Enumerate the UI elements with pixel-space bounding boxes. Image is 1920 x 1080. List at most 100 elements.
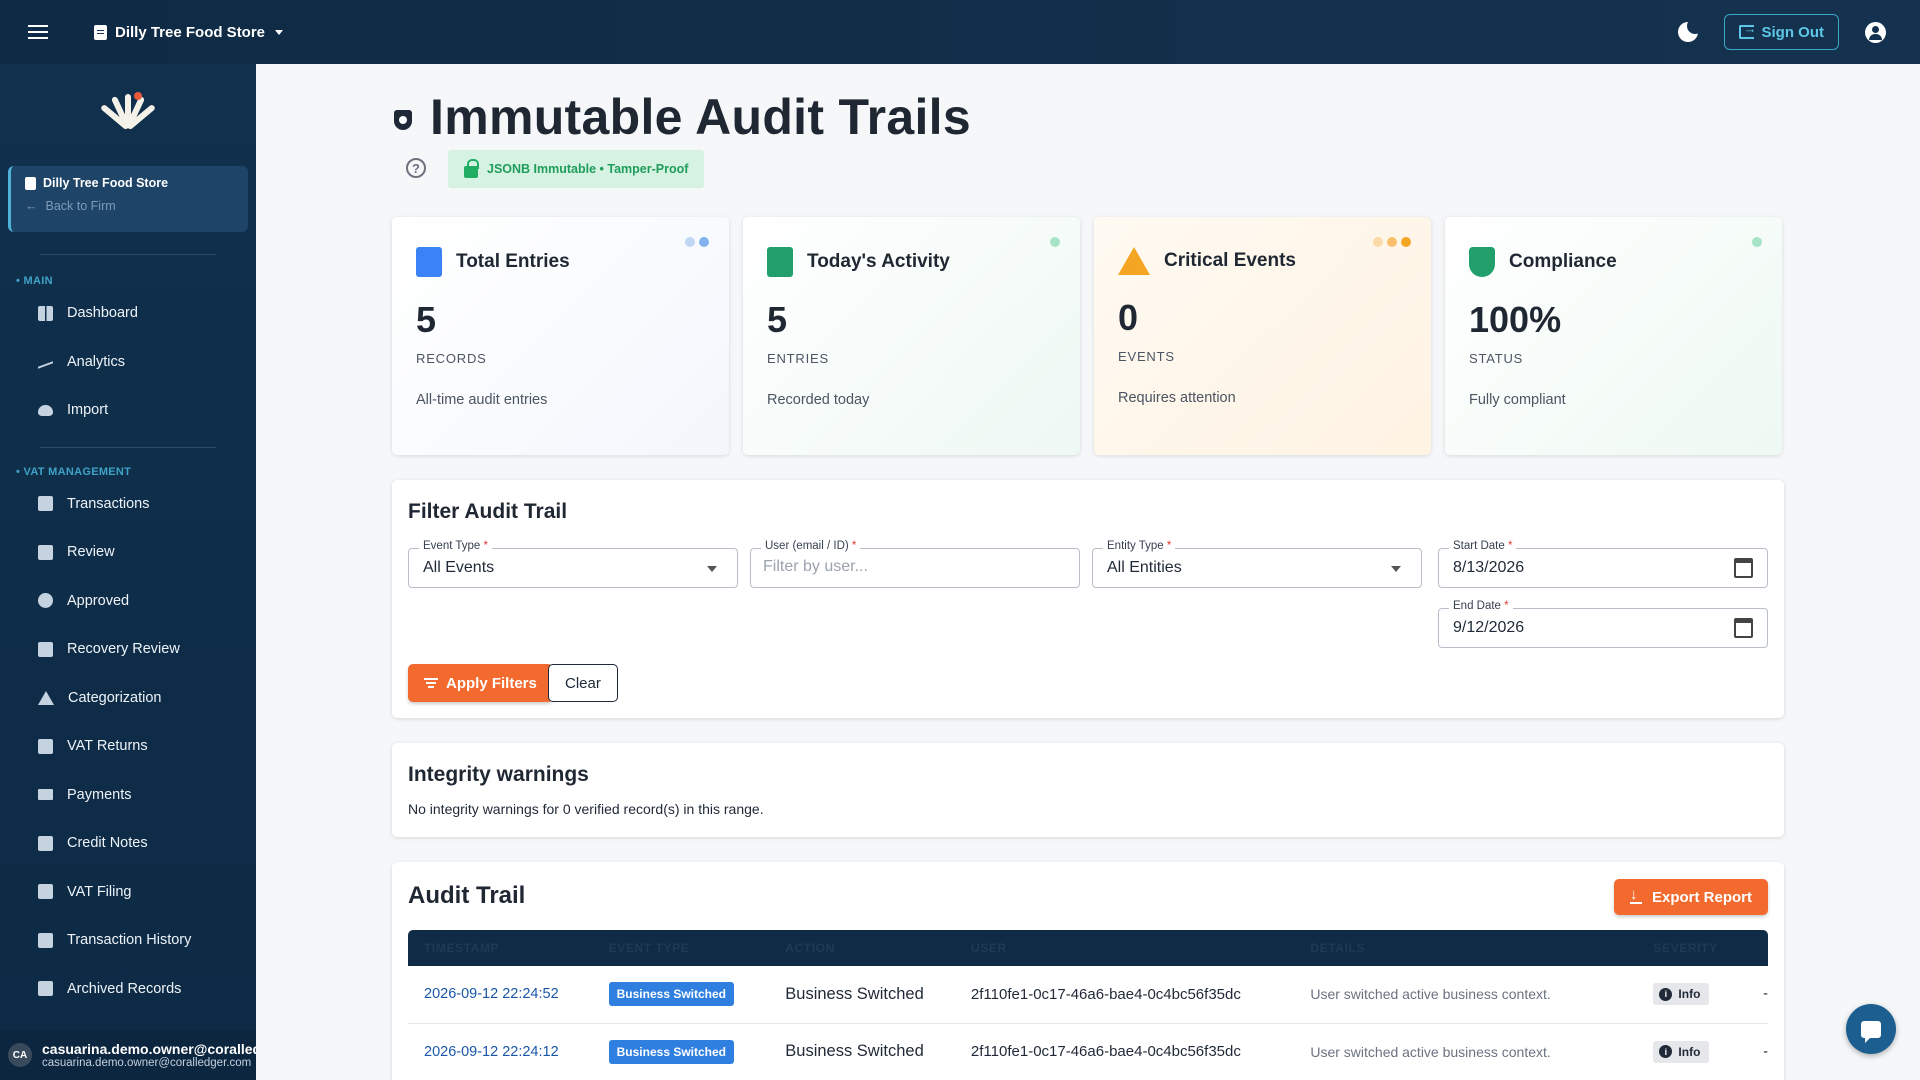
chat-button[interactable] [1846, 1004, 1896, 1054]
sidebar-item-import[interactable]: Import [0, 386, 256, 435]
help-icon[interactable]: ? [406, 158, 426, 178]
review-icon [38, 544, 53, 560]
row-timestamp: 2026-09-12 22:24:52 [408, 966, 593, 1024]
row-action: Business Switched [769, 1023, 955, 1080]
table-row[interactable]: 2026-09-12 22:24:52 Business Switched Bu… [408, 966, 1768, 1024]
sidebar-divider [40, 446, 216, 448]
stat-title: Today's Activity [807, 251, 950, 272]
sidebar-item-approved[interactable]: Approved [0, 577, 256, 626]
analytics-icon [38, 354, 53, 369]
field-label: Start Date [1453, 540, 1505, 552]
sidebar-item-vat-returns[interactable]: VAT Returns [0, 722, 256, 771]
event-type-select[interactable]: Event Type * All Events [408, 540, 738, 588]
sidebar-item-label: Recovery Review [67, 641, 180, 658]
sidebar-item-analytics[interactable]: Analytics [0, 338, 256, 387]
end-date-value: 9/12/2026 [1453, 619, 1525, 636]
severity-label: Info [1678, 1044, 1701, 1059]
document-icon [416, 247, 442, 277]
archive-icon [38, 981, 53, 997]
sidebar-item-payments[interactable]: Payments [0, 771, 256, 820]
hamburger-menu-icon[interactable] [22, 14, 58, 50]
column-header-details[interactable]: DETAILS [1294, 930, 1637, 966]
severity-badge: i Info [1653, 983, 1710, 1006]
start-date-value: 8/13/2026 [1453, 559, 1525, 576]
stat-title: Critical Events [1164, 250, 1296, 271]
store-selector-label: Dilly Tree Food Store [115, 23, 266, 41]
stat-unit: RECORDS [416, 351, 487, 366]
calendar-icon [767, 247, 793, 277]
sidebar-item-label: Payments [67, 786, 132, 803]
user-filter-field[interactable]: User (email / ID) * [750, 540, 1080, 588]
app-logo [98, 84, 158, 136]
sidebar-item-label: Transaction History [67, 932, 192, 949]
sidebar-user-profile[interactable]: CA casuarina.demo.owner@coralledger.com … [0, 1030, 256, 1080]
file-icon [38, 884, 53, 900]
back-to-firm-link[interactable]: ← Back to Firm [25, 199, 234, 213]
sidebar-item-label: Approved [67, 592, 130, 609]
sidebar-item-vat-filing[interactable]: VAT Filing [0, 868, 256, 917]
severity-badge: i Info [1653, 1040, 1710, 1063]
clipboard-icon [38, 738, 53, 754]
caret-down-icon [275, 29, 284, 35]
row-extra: - [1747, 1023, 1768, 1080]
cloud-upload-icon [38, 404, 53, 416]
column-header-user[interactable]: USER [955, 930, 1294, 966]
sidebar-item-archived-records[interactable]: Archived Records [0, 965, 256, 1014]
user-email: casuarina.demo.owner@coralledger.com [42, 1057, 252, 1069]
page-title: Immutable Audit Trails [430, 89, 971, 145]
sidebar-item-credit-notes[interactable]: Credit Notes [0, 819, 256, 868]
field-label: End Date [1453, 600, 1501, 612]
event-type-badge: Business Switched [608, 1039, 735, 1064]
warning-icon [1118, 247, 1150, 275]
calendar-icon[interactable] [1734, 618, 1753, 638]
event-type-value: All Events [423, 559, 495, 576]
sidebar-item-label: VAT Returns [67, 738, 148, 755]
sidebar-item-label: Analytics [67, 353, 126, 370]
sidebar-item-categorization[interactable]: Categorization [0, 674, 256, 723]
sidebar-item-label: Categorization [68, 689, 162, 706]
integrity-warnings-title: Integrity warnings [408, 763, 589, 786]
column-header-extra [1747, 930, 1768, 966]
dark-mode-moon-icon[interactable] [1677, 18, 1703, 42]
entity-type-select[interactable]: Entity Type * All Entities [1092, 540, 1422, 588]
immutable-badge-label: JSONB Immutable • Tamper-Proof [487, 162, 689, 176]
export-report-button[interactable]: Export Report [1613, 879, 1768, 915]
sidebar-item-transactions[interactable]: Transactions [0, 480, 256, 529]
sidebar-item-dashboard[interactable]: Dashboard [0, 289, 256, 338]
shield-icon [394, 110, 412, 130]
row-timestamp: 2026-09-12 22:24:12 [408, 1023, 593, 1080]
store-selector[interactable]: Dilly Tree Food Store [94, 23, 284, 41]
calendar-icon[interactable] [1734, 558, 1753, 578]
sign-out-button[interactable]: Sign Out [1723, 14, 1839, 50]
sidebar-item-label: Import [67, 402, 109, 419]
info-icon: i [1659, 1045, 1673, 1058]
column-header-action[interactable]: ACTION [769, 930, 955, 966]
receipt-icon [38, 835, 53, 851]
clear-button[interactable]: Clear [548, 664, 618, 702]
column-header-event-type[interactable]: EVENT TYPE [593, 930, 770, 966]
row-user: 2f110fe1-0c17-46a6-bae4-0c4bc56f35dc [954, 966, 1295, 1024]
history-search-icon [38, 932, 53, 948]
sidebar-item-recovery-review[interactable]: Recovery Review [0, 625, 256, 674]
stat-subtitle: All-time audit entries [416, 392, 548, 408]
sidebar-item-review[interactable]: Review [0, 528, 256, 577]
end-date-field[interactable]: End Date * 9/12/2026 [1438, 600, 1768, 648]
user-filter-input[interactable] [763, 558, 1063, 576]
column-header-timestamp[interactable]: TIMESTAMP [408, 930, 593, 966]
column-header-severity[interactable]: SEVERITY [1637, 930, 1747, 966]
stat-card-total-entries: Total Entries 5 RECORDS All-time audit e… [392, 217, 729, 455]
table-row[interactable]: 2026-09-12 22:24:12 Business Switched Bu… [408, 1023, 1768, 1080]
stat-unit: STATUS [1469, 351, 1524, 366]
sign-out-icon [1738, 21, 1757, 39]
severity-label: Info [1678, 987, 1701, 1002]
integrity-warnings-panel: Integrity warnings No integrity warnings… [392, 743, 1784, 837]
account-icon[interactable] [1865, 21, 1886, 43]
stat-value: 5 [416, 299, 437, 340]
start-date-field[interactable]: Start Date * 8/13/2026 [1438, 540, 1768, 588]
download-icon [1629, 886, 1642, 904]
row-action: Business Switched [769, 966, 955, 1024]
sidebar-item-transaction-history[interactable]: Transaction History [0, 916, 256, 965]
dashboard-icon [38, 305, 53, 321]
stat-subtitle: Requires attention [1118, 390, 1236, 406]
apply-filters-button[interactable]: Apply Filters [408, 664, 553, 702]
